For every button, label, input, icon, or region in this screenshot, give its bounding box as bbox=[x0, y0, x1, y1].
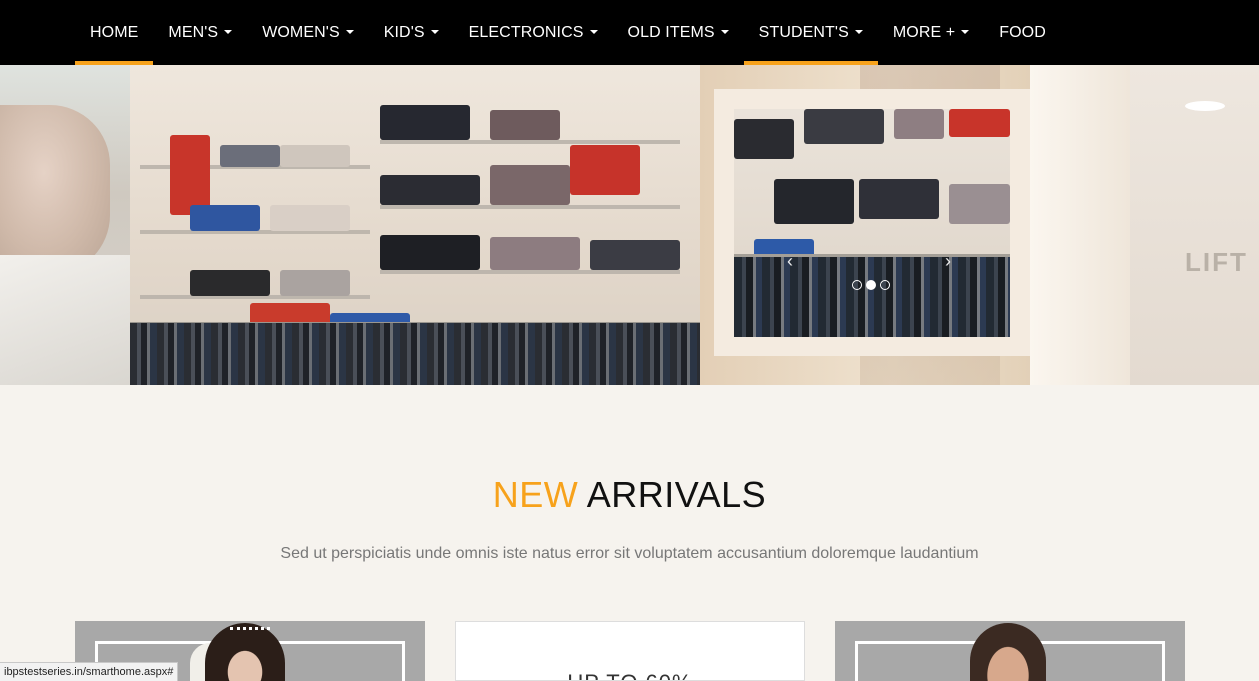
promo-text: UP TO 60% bbox=[456, 670, 804, 680]
caret-down-icon bbox=[720, 29, 729, 34]
nav-label: MEN'S bbox=[168, 23, 219, 41]
caret-down-icon bbox=[345, 29, 354, 34]
clothes-rack bbox=[130, 323, 700, 385]
caret-down-icon bbox=[430, 29, 439, 34]
store-pillar bbox=[1030, 65, 1130, 385]
model-shirt bbox=[0, 255, 130, 385]
section-subtitle: Sed ut perspiciatis unde omnis iste natu… bbox=[280, 545, 979, 562]
model-face bbox=[0, 105, 110, 275]
main-navbar: HOME MEN'S WOMEN'S KID'S ELECTRONICS OLD… bbox=[0, 0, 1259, 65]
image-slider[interactable] bbox=[734, 109, 1010, 337]
store-lift-area: LIFT bbox=[1130, 65, 1259, 385]
section-title-accent: NEW bbox=[492, 474, 579, 515]
nav-item-electronics[interactable]: ELECTRONICS bbox=[454, 0, 613, 65]
ceiling-lamp bbox=[1185, 101, 1225, 111]
lift-sign: LIFT bbox=[1185, 247, 1248, 277]
nav-label: KID'S bbox=[383, 23, 425, 41]
nav-menu: HOME MEN'S WOMEN'S KID'S ELECTRONICS OLD… bbox=[75, 0, 1061, 65]
product-card-man[interactable] bbox=[835, 621, 1185, 681]
caret-down-icon bbox=[961, 29, 970, 34]
caret-down-icon bbox=[589, 29, 598, 34]
man-image bbox=[970, 623, 1046, 681]
store-shelves-image bbox=[130, 65, 700, 385]
nav-item-mens[interactable]: MEN'S bbox=[153, 0, 247, 65]
hero-model-image bbox=[0, 65, 130, 385]
slider-dots bbox=[852, 280, 890, 290]
slider-dot-3[interactable] bbox=[880, 280, 890, 290]
nav-label: OLD ITEMS bbox=[627, 23, 715, 41]
nav-label: ELECTRONICS bbox=[468, 23, 584, 41]
slider-dot-2[interactable] bbox=[866, 280, 876, 290]
nav-label: MORE + bbox=[892, 23, 956, 41]
promo-card[interactable]: UP TO 60% bbox=[455, 621, 805, 681]
nav-item-students[interactable]: STUDENT'S bbox=[743, 0, 879, 65]
browser-status-url: ibpstestseries.in/smarthome.aspx# bbox=[0, 662, 179, 681]
slider-dot-1[interactable] bbox=[852, 280, 862, 290]
nav-label: FOOD bbox=[999, 23, 1046, 41]
hero-banner: LIFT bbox=[0, 65, 1259, 385]
nav-item-womens[interactable]: WOMEN'S bbox=[247, 0, 369, 65]
slider-clothes-rack bbox=[734, 257, 1010, 337]
nav-item-more[interactable]: MORE + bbox=[878, 0, 984, 65]
nav-item-home[interactable]: HOME bbox=[75, 0, 154, 65]
caret-down-icon bbox=[854, 29, 863, 34]
nav-label: WOMEN'S bbox=[262, 23, 340, 41]
tiara-icon bbox=[230, 627, 270, 635]
slider-next-arrow-icon[interactable]: › bbox=[945, 251, 951, 272]
section-title: NEW ARRIVALS bbox=[0, 474, 1259, 516]
slider-prev-arrow-icon[interactable]: ‹ bbox=[787, 251, 793, 272]
caret-down-icon bbox=[224, 29, 233, 34]
nav-item-kids[interactable]: KID'S bbox=[369, 0, 454, 65]
section-title-rest: ARRIVALS bbox=[586, 474, 767, 515]
nav-label: HOME bbox=[90, 23, 139, 41]
nav-item-food[interactable]: FOOD bbox=[984, 0, 1061, 65]
nav-item-old-items[interactable]: OLD ITEMS bbox=[613, 0, 744, 65]
nav-label: STUDENT'S bbox=[758, 23, 849, 41]
